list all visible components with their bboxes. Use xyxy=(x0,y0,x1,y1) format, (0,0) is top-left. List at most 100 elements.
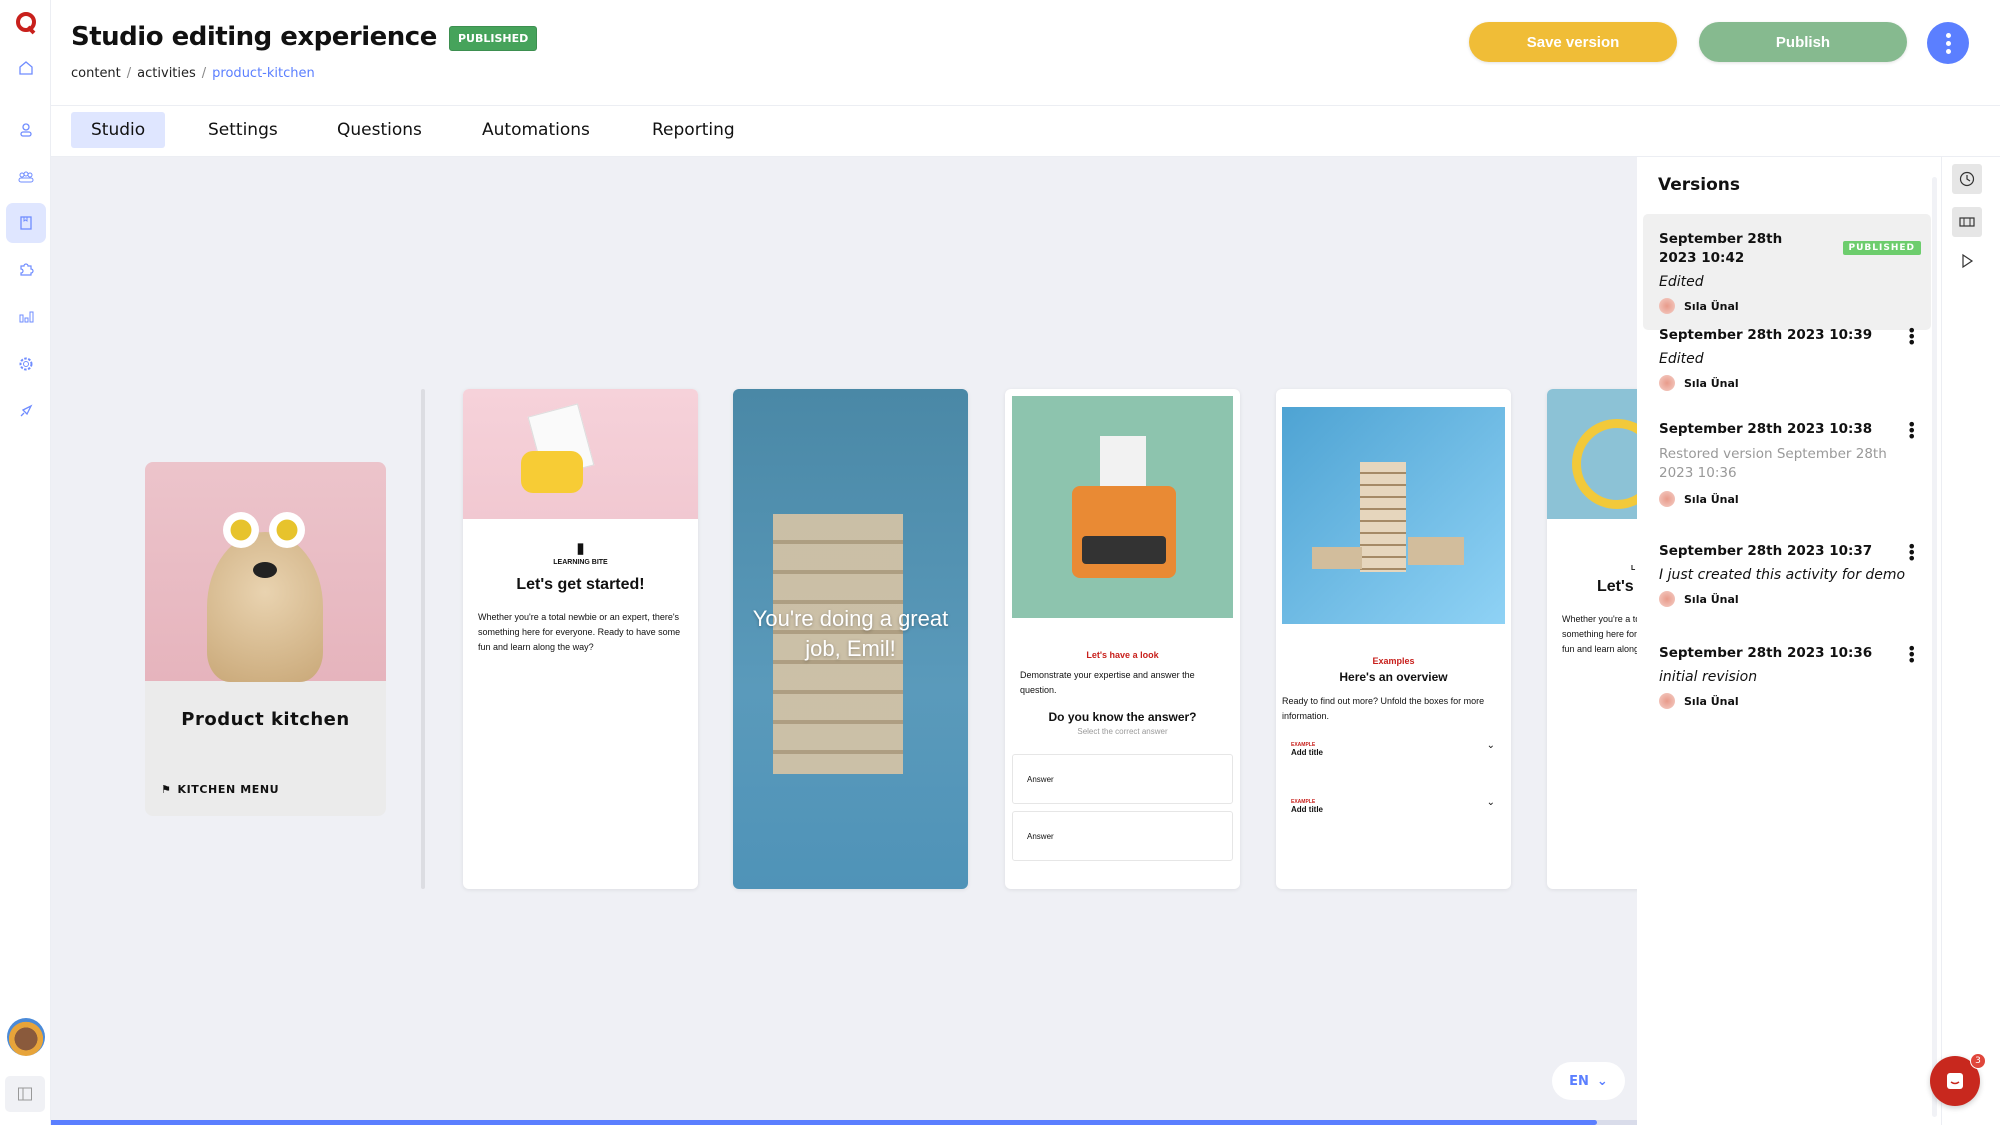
card-title: You're doing a great job, Emil! xyxy=(752,606,949,661)
tab-bar: Studio Settings Questions Automations Re… xyxy=(51,106,2000,157)
version-note: Edited xyxy=(1659,351,1704,367)
language-value: EN xyxy=(1569,1073,1589,1089)
pencil-case-image xyxy=(463,389,698,519)
avatar xyxy=(1659,591,1675,607)
version-menu-button[interactable]: • • • xyxy=(1907,323,1916,351)
versions-title: Versions xyxy=(1658,175,1740,195)
card-body: Whether you're a total newbie or an expe… xyxy=(1562,614,1637,654)
puzzle-icon[interactable] xyxy=(13,257,39,283)
version-author: Sıla Ünal xyxy=(1659,298,1915,314)
version-author: Sıla Ünal xyxy=(1659,693,1915,709)
chart-icon[interactable] xyxy=(13,303,39,329)
user-avatar[interactable] xyxy=(7,1018,45,1056)
tab-automations[interactable]: Automations xyxy=(462,112,610,148)
version-note: initial revision xyxy=(1659,669,1758,685)
jenga-tower-image xyxy=(1282,407,1505,624)
cover-divider xyxy=(421,389,425,889)
slide-card-congrats[interactable]: You're doing a great job, Emil! xyxy=(733,389,968,889)
card-kicker: LEARNING BITE xyxy=(553,559,608,566)
accordion-title: Add title xyxy=(1291,805,1323,814)
versions-panel: Versions September 28th 2023 10:42 Edited… xyxy=(1637,157,1941,1125)
version-note: Restored version September 28th 2023 10:… xyxy=(1659,446,1887,481)
card-title: Let's xyxy=(1597,578,1634,595)
version-item[interactable]: September 28th 2023 10:38 Restored versio… xyxy=(1643,417,1931,507)
version-item[interactable]: September 28th 2023 10:42 Edited Sıla Ünal… xyxy=(1643,214,1931,330)
breadcrumb-activities[interactable]: activities xyxy=(137,66,196,81)
question-text: Do you know the answer? xyxy=(1048,710,1197,724)
slide-card-overview[interactable]: Examples Here's an overview Ready to fin… xyxy=(1276,389,1511,889)
breadcrumb-current[interactable]: product-kitchen xyxy=(212,66,315,81)
version-item[interactable]: September 28th 2023 10:36 initial revisio… xyxy=(1643,641,1931,709)
tab-reporting[interactable]: Reporting xyxy=(632,112,755,148)
version-author: Sıla Ünal xyxy=(1659,591,1915,607)
answer-option[interactable]: Answer xyxy=(1012,754,1233,804)
cover-card[interactable]: Product kitchen ⚑ KITCHEN MENU xyxy=(145,462,386,816)
version-date: September 28th 2023 10:42 xyxy=(1659,231,1783,266)
version-date: September 28th 2023 10:36 xyxy=(1659,645,1873,661)
version-menu-button[interactable]: • • • xyxy=(1907,539,1916,567)
user-icon[interactable] xyxy=(13,117,39,143)
version-note: I just created this activity for demo xyxy=(1659,567,1906,583)
chat-button[interactable]: 3 xyxy=(1930,1053,1986,1106)
card-body: Ready to find out more? Unfold the boxes… xyxy=(1282,696,1485,721)
cover-image xyxy=(145,462,386,682)
card-title: Let's get started! xyxy=(516,576,645,593)
panel-icon xyxy=(18,1087,32,1101)
avatar xyxy=(1659,491,1675,507)
status-badge: PUBLISHED xyxy=(449,26,538,51)
app-logo[interactable] xyxy=(13,10,39,36)
play-icon[interactable] xyxy=(1952,246,1982,276)
accordion-item[interactable]: EXAMPLE Add title ⌄ xyxy=(1276,724,1511,757)
home-icon[interactable] xyxy=(13,55,39,81)
accordion-item[interactable]: EXAMPLE Add title ⌄ xyxy=(1276,757,1511,814)
gear-icon[interactable] xyxy=(13,351,39,377)
version-author: Sıla Ünal xyxy=(1659,375,1915,391)
slide-card-partial[interactable]: L Let's Whether you're a total newbie or… xyxy=(1547,389,1637,889)
tab-studio[interactable]: Studio xyxy=(71,112,166,148)
tab-questions[interactable]: Questions xyxy=(317,112,442,148)
card-title: Here's an overview xyxy=(1339,670,1448,684)
accordion-title: Add title xyxy=(1291,748,1323,757)
avatar xyxy=(1659,298,1675,314)
version-item[interactable]: September 28th 2023 10:39 Edited Sıla Ünal… xyxy=(1643,323,1931,391)
rocket-icon[interactable] xyxy=(13,398,39,424)
chevron-down-icon: ⌄ xyxy=(1486,797,1495,808)
content-icon[interactable] xyxy=(6,203,46,243)
tab-settings[interactable]: Settings xyxy=(188,112,298,148)
slide-card-learning-bite[interactable]: ▮ LEARNING BITE Let's get started! Wheth… xyxy=(463,389,698,889)
kitchen-menu-label: KITCHEN MENU xyxy=(177,783,280,796)
chevron-down-icon: ⌄ xyxy=(1486,740,1495,751)
answer-option[interactable]: Answer xyxy=(1012,811,1233,861)
card-kicker: L xyxy=(1631,565,1636,572)
progress-fill xyxy=(51,1120,1598,1125)
sidebar xyxy=(0,0,51,1125)
right-rail xyxy=(1941,157,2000,1125)
version-note: Edited xyxy=(1659,274,1704,290)
avatar xyxy=(1659,693,1675,709)
version-menu-button[interactable]: • • • xyxy=(1907,641,1916,669)
more-options-button[interactable] xyxy=(1927,22,1969,64)
slides-icon[interactable] xyxy=(1952,207,1982,237)
kitchen-menu-link[interactable]: ⚑ KITCHEN MENU xyxy=(161,783,279,796)
toggle-panel-button[interactable] xyxy=(5,1076,45,1112)
save-version-button[interactable]: Save version xyxy=(1469,22,1677,62)
version-date: September 28th 2023 10:37 xyxy=(1659,543,1873,559)
slide-card-question[interactable]: Let's have a look Demonstrate your exper… xyxy=(1005,389,1240,889)
chevron-down-icon: ⌄ xyxy=(1596,1073,1608,1089)
author-name: Sıla Ünal xyxy=(1684,694,1739,708)
publish-button[interactable]: Publish xyxy=(1699,22,1907,62)
version-menu-button[interactable]: • • • xyxy=(1907,417,1916,445)
scrollbar[interactable] xyxy=(1932,177,1937,1117)
page-header: Studio editing experience PUBLISHED cont… xyxy=(51,0,2000,106)
version-item[interactable]: September 28th 2023 10:37 I just created … xyxy=(1643,539,1931,607)
history-icon[interactable] xyxy=(1952,164,1982,194)
language-select[interactable]: EN ⌄ xyxy=(1552,1062,1625,1100)
card-body: Demonstrate your expertise and answer th… xyxy=(1020,670,1195,695)
version-date: September 28th 2023 10:39 xyxy=(1659,327,1873,343)
avatar xyxy=(1659,375,1675,391)
flag-icon: ⚑ xyxy=(161,783,172,796)
author-name: Sıla Ünal xyxy=(1684,492,1739,506)
breadcrumb-content[interactable]: content xyxy=(71,66,121,81)
group-icon[interactable] xyxy=(13,164,39,190)
author-name: Sıla Ünal xyxy=(1684,592,1739,606)
